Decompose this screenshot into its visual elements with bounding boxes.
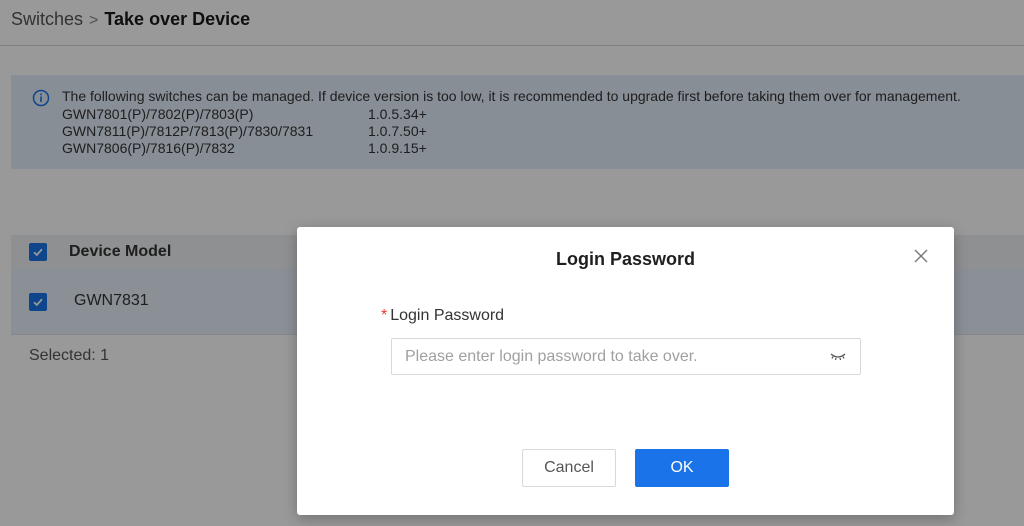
close-button[interactable] bbox=[909, 244, 933, 268]
required-marker: * bbox=[381, 307, 388, 324]
cancel-button[interactable]: Cancel bbox=[522, 449, 616, 487]
password-label-text: Login Password bbox=[390, 307, 505, 324]
ok-button[interactable]: OK bbox=[635, 449, 729, 487]
login-password-dialog: Login Password * Login Password Cancel OK bbox=[297, 227, 954, 515]
password-field bbox=[391, 338, 861, 375]
dialog-title: Login Password bbox=[555, 249, 696, 269]
password-field-label: * Login Password bbox=[381, 306, 504, 326]
password-input[interactable] bbox=[392, 339, 822, 374]
eye-closed-icon[interactable] bbox=[829, 349, 847, 363]
close-icon bbox=[914, 249, 928, 263]
